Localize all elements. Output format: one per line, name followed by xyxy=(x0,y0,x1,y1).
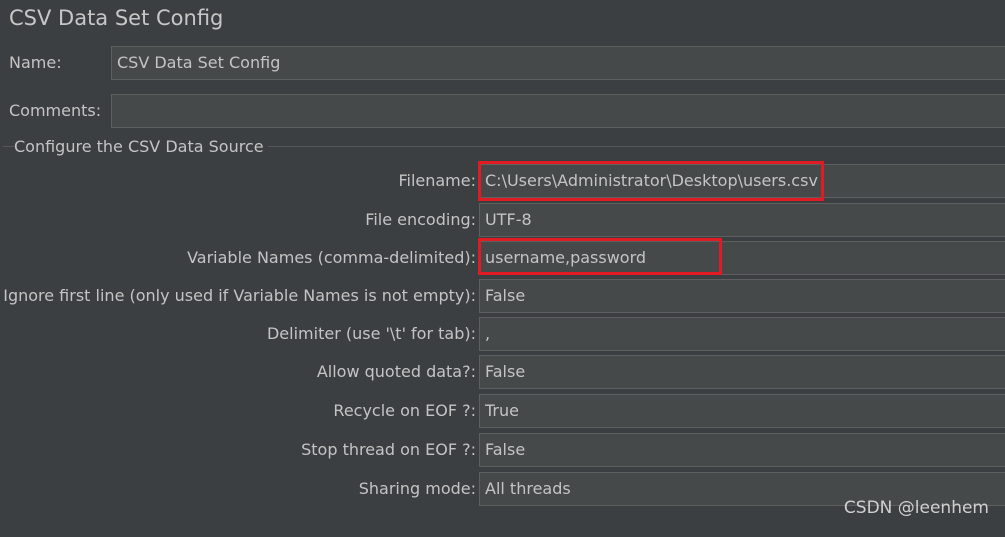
allow-quoted-data-label: Allow quoted data?: xyxy=(316,362,476,381)
sharing-mode-label: Sharing mode: xyxy=(358,479,476,498)
delimiter-label: Delimiter (use '\t' for tab): xyxy=(266,324,476,343)
comments-label: Comments: xyxy=(9,101,102,120)
csv-source-title: Configure the CSV Data Source xyxy=(14,136,268,158)
recycle-on-eof-label: Recycle on EOF ?: xyxy=(333,401,476,420)
ignore-first-line-row: Ignore first line (only used if Variable… xyxy=(0,279,1005,313)
variable-names-label: Variable Names (comma-delimited): xyxy=(187,248,476,267)
name-field[interactable]: CSV Data Set Config xyxy=(111,46,1005,80)
stop-thread-on-eof-row: Stop thread on EOF ?: False xyxy=(0,433,1005,467)
filename-field[interactable]: C:\Users\Administrator\Desktop\users.csv xyxy=(479,164,1005,198)
file-encoding-field[interactable]: UTF-8 xyxy=(479,203,1005,237)
filename-row: Filename: C:\Users\Administrator\Desktop… xyxy=(0,161,1005,201)
ignore-first-line-field[interactable]: False xyxy=(479,279,1005,313)
recycle-on-eof-field[interactable]: True xyxy=(479,394,1005,428)
delimiter-field[interactable]: , xyxy=(479,317,1005,351)
filename-label: Filename: xyxy=(398,171,476,190)
name-row: Name: CSV Data Set Config xyxy=(0,46,1005,80)
allow-quoted-data-field[interactable]: False xyxy=(479,355,1005,389)
file-encoding-row: File encoding: UTF-8 xyxy=(0,203,1005,237)
variable-names-field[interactable]: username,password xyxy=(479,241,1005,275)
delimiter-row: Delimiter (use '\t' for tab): , xyxy=(0,317,1005,351)
variable-names-row: Variable Names (comma-delimited): userna… xyxy=(0,238,1005,275)
comments-row: Comments: xyxy=(0,94,1005,128)
allow-quoted-data-row: Allow quoted data?: False xyxy=(0,355,1005,389)
name-label: Name: xyxy=(9,53,62,72)
watermark: CSDN @leenhem xyxy=(843,498,989,518)
stop-thread-on-eof-field[interactable]: False xyxy=(479,433,1005,467)
recycle-on-eof-row: Recycle on EOF ?: True xyxy=(0,394,1005,428)
file-encoding-label: File encoding: xyxy=(365,210,476,229)
ignore-first-line-label: Ignore first line (only used if Variable… xyxy=(3,286,476,305)
comments-field[interactable] xyxy=(111,94,1005,128)
stop-thread-on-eof-label: Stop thread on EOF ?: xyxy=(301,440,476,459)
window-title: CSV Data Set Config xyxy=(9,6,224,30)
